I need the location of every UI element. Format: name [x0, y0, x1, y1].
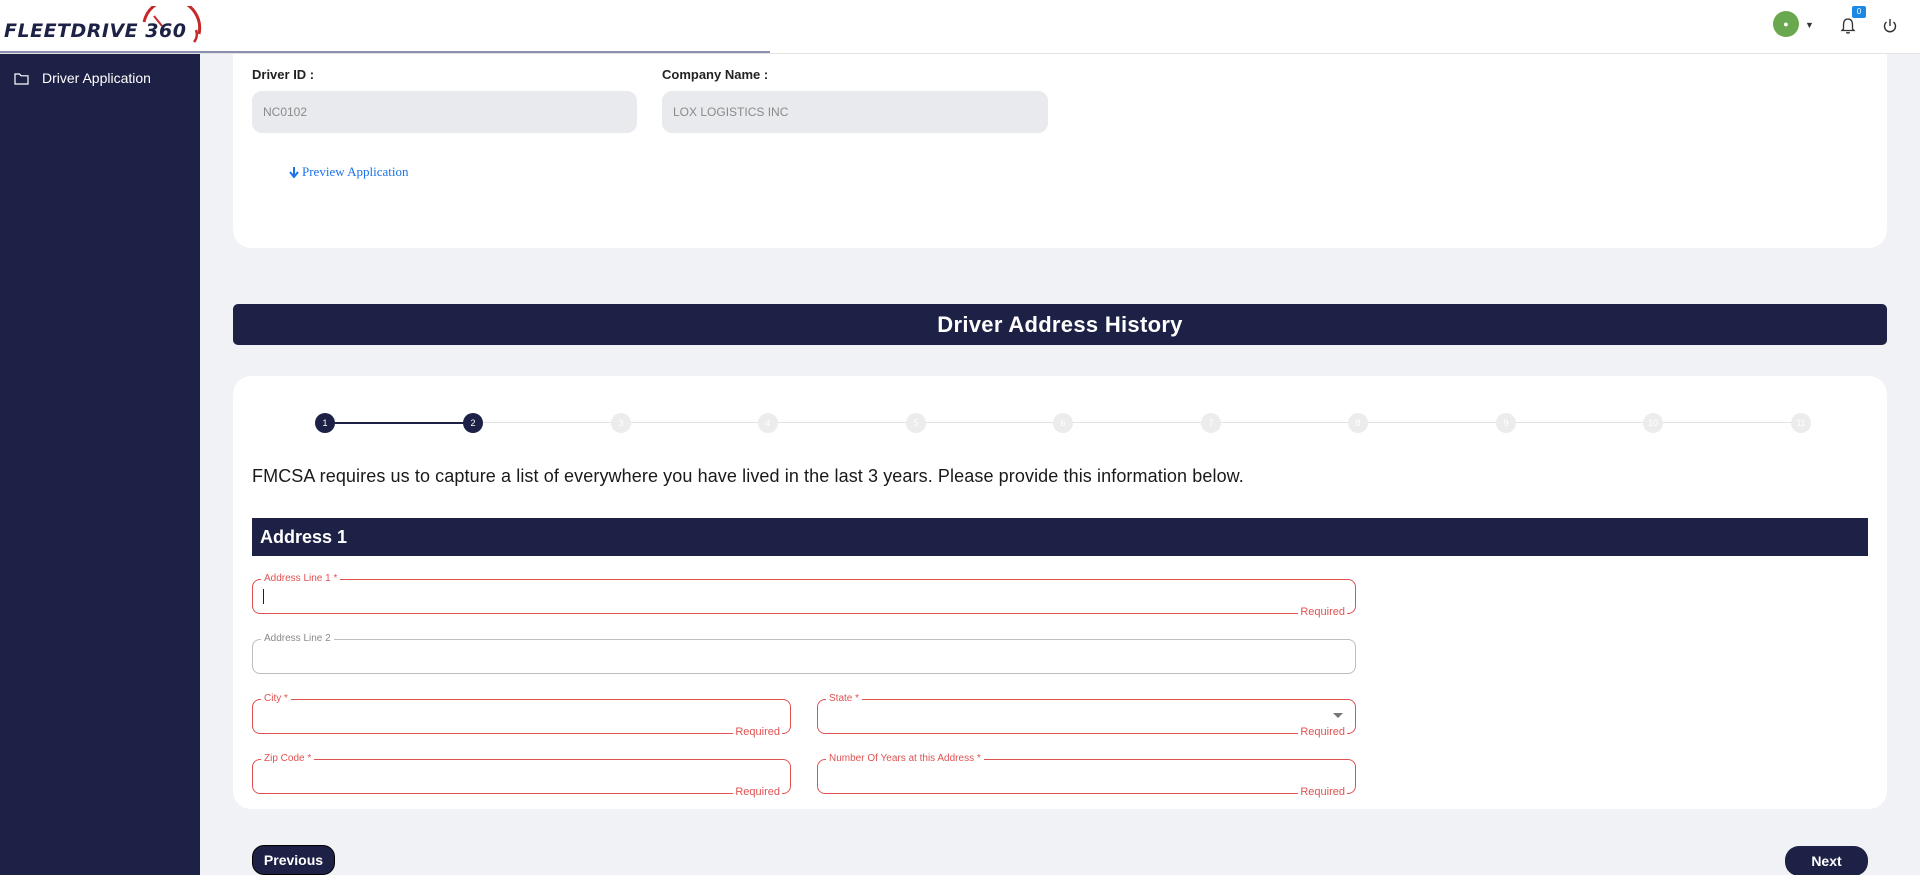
company-name-label: Company Name :: [662, 67, 769, 82]
zip-code-field[interactable]: Zip Code * Required: [252, 753, 791, 798]
stepper-connector: [1368, 422, 1496, 423]
previous-button[interactable]: Previous: [252, 845, 335, 875]
years-at-address-error: Required: [1298, 786, 1347, 798]
preview-link-label: Preview Application: [302, 164, 409, 179]
page-progress-bar: [0, 51, 770, 53]
stepper-connector: [631, 422, 758, 423]
bell-icon[interactable]: [1838, 16, 1858, 36]
folder-icon: [14, 72, 29, 85]
step-2[interactable]: 2: [463, 413, 483, 433]
step-10[interactable]: 10: [1643, 413, 1663, 433]
city-error: Required: [733, 726, 782, 738]
sidebar-item-label: Driver Application: [42, 70, 151, 86]
logo-number: 360: [145, 20, 187, 42]
zip-code-error: Required: [733, 786, 782, 798]
driver-id-field: NC0102: [252, 91, 637, 133]
top-bar: FLEETDRIVE 360 ● ▼ 0: [0, 0, 1920, 54]
address-line-1-label: Address Line 1 *: [261, 573, 341, 584]
sidebar-item-driver-application[interactable]: Driver Application: [14, 70, 151, 86]
step-8[interactable]: 8: [1348, 413, 1368, 433]
fleetdrive-logo[interactable]: FLEETDRIVE 360: [4, 6, 204, 46]
city-label: City *: [261, 693, 291, 704]
user-avatar[interactable]: ●: [1773, 11, 1799, 37]
driver-id-value: NC0102: [263, 105, 308, 119]
logo-text: FLEETDRIVE 360: [4, 20, 187, 42]
stepper-connector: [1663, 422, 1791, 423]
state-label: State *: [826, 693, 863, 704]
address-1-header: Address 1: [252, 518, 1868, 556]
text-cursor: [263, 589, 264, 604]
address-line-1-field[interactable]: Address Line 1 * Required: [252, 573, 1356, 618]
stepper-connector: [335, 422, 473, 424]
power-icon[interactable]: [1880, 16, 1900, 36]
step-9[interactable]: 9: [1496, 413, 1516, 433]
driver-info-card: [233, 54, 1887, 248]
chevron-down-icon: [1333, 713, 1343, 718]
years-at-address-field[interactable]: Number Of Years at this Address * Requir…: [817, 753, 1356, 798]
notification-badge: 0: [1852, 6, 1866, 18]
address-line-2-field[interactable]: Address Line 2: [252, 633, 1356, 674]
stepper-connector: [1516, 422, 1643, 423]
avatar-symbol: ●: [1783, 19, 1789, 29]
city-field[interactable]: City * Required: [252, 693, 791, 738]
step-3[interactable]: 3: [611, 413, 631, 433]
company-name-value: LOX LOGISTICS INC: [673, 105, 789, 119]
intro-text: FMCSA requires us to capture a list of e…: [252, 466, 1244, 486]
state-select[interactable]: State * Required: [817, 693, 1356, 738]
years-at-address-label: Number Of Years at this Address *: [826, 753, 984, 764]
step-4[interactable]: 4: [758, 413, 778, 433]
preview-application-link[interactable]: Preview Application: [289, 164, 409, 180]
driver-id-label: Driver ID :: [252, 67, 315, 82]
zip-code-label: Zip Code *: [261, 753, 315, 764]
step-11[interactable]: 11: [1791, 413, 1811, 433]
step-1[interactable]: 1: [315, 413, 335, 433]
stepper-connector: [483, 422, 611, 423]
step-5[interactable]: 5: [906, 413, 926, 433]
step-6[interactable]: 6: [1053, 413, 1073, 433]
company-name-field: LOX LOGISTICS INC: [662, 91, 1048, 133]
step-7[interactable]: 7: [1201, 413, 1221, 433]
chevron-down-icon[interactable]: ▼: [1805, 20, 1814, 30]
stepper-connector: [926, 422, 1053, 423]
arrow-down-icon: [289, 166, 299, 178]
stepper-connector: [1073, 422, 1201, 423]
address-line-2-label: Address Line 2: [261, 633, 334, 644]
address-line-1-error: Required: [1298, 606, 1347, 618]
next-button[interactable]: Next: [1785, 846, 1868, 875]
stepper-connector: [1221, 422, 1348, 423]
section-title: Driver Address History: [233, 304, 1887, 345]
state-error: Required: [1298, 726, 1347, 738]
stepper-connector: [778, 422, 906, 423]
sidebar: Driver Application: [0, 54, 200, 875]
